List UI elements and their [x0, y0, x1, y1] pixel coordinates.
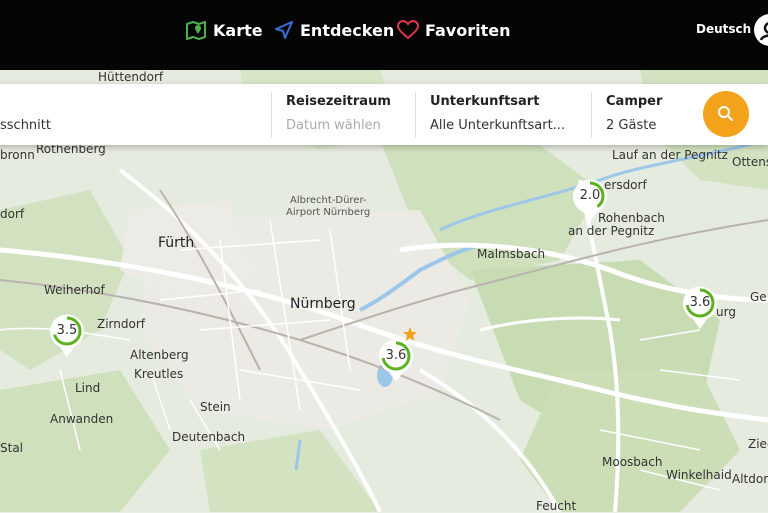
place-label: Moosbach: [602, 455, 663, 469]
user-avatar[interactable]: [754, 14, 768, 46]
type-label: Unterkunftsart: [430, 94, 540, 109]
rating-value: 3.5: [56, 323, 78, 338]
nav-map-label: Karte: [213, 20, 263, 40]
camper-field[interactable]: Camper 2 Gäste: [606, 84, 696, 145]
place-label: Anwanden: [50, 412, 114, 426]
place-label: Albrecht-Dürer-: [290, 195, 367, 206]
rating-value: 3.6: [385, 348, 407, 363]
search-bar: sschnitt Reisezeitraum Datum wählen Unte…: [0, 84, 768, 145]
map-icon: [185, 20, 207, 40]
type-value: Alle Unterkunftsart...: [430, 118, 566, 133]
destination-value: sschnitt: [0, 118, 51, 133]
top-bar: Karte Entdecken Favoriten Deutsch: [0, 0, 768, 70]
place-label: Stal: [0, 441, 24, 455]
place-label: Kreutles: [134, 367, 184, 381]
rating-pin[interactable]: 2.0: [572, 178, 608, 224]
search-icon: [718, 106, 733, 121]
place-label: Nürnberg: [290, 296, 356, 312]
rating-pin[interactable]: 3.5: [49, 313, 85, 359]
camper-value: 2 Gäste: [606, 118, 657, 133]
rating-pin[interactable]: 3.6: [378, 338, 414, 384]
place-label: Airport Nürnberg: [286, 207, 371, 218]
language-selector[interactable]: Deutsch: [696, 22, 751, 36]
divider: [415, 92, 416, 138]
place-label: Ge: [750, 290, 767, 304]
search-button[interactable]: [703, 91, 749, 137]
place-label: Altenberg: [130, 348, 189, 362]
place-label: Lauf an der Pegnitz: [612, 148, 728, 162]
nav-discover[interactable]: Entdecken: [274, 18, 394, 42]
place-label: ersdorf: [604, 178, 647, 192]
place-label: Rohenbach: [598, 211, 665, 225]
period-placeholder: Datum wählen: [286, 118, 381, 133]
place-label: Fürth: [158, 235, 195, 251]
place-label: Malmsbach: [477, 247, 546, 261]
place-label: bronn: [0, 148, 35, 162]
place-label: Weiherhof: [44, 283, 105, 297]
place-label: an der Pegnitz: [568, 224, 655, 238]
nav-favorites-label: Favoriten: [425, 20, 511, 40]
accommodation-type-field[interactable]: Unterkunftsart Alle Unterkunftsart...: [430, 84, 590, 145]
rating-pin[interactable]: 3.6: [682, 285, 718, 331]
place-label: urg: [716, 305, 736, 319]
place-label: Ottens: [732, 155, 768, 169]
period-label: Reisezeitraum: [286, 94, 391, 109]
rating-value: 2.0: [579, 188, 601, 203]
place-label: Zieg: [748, 437, 768, 451]
place-label: Altdor: [732, 472, 768, 486]
rating-value: 3.6: [689, 295, 711, 310]
heart-icon: [397, 20, 419, 40]
place-label: Zirndorf: [97, 317, 145, 331]
place-label: Hüttendorf: [98, 70, 164, 84]
place-label: Deutenbach: [172, 430, 246, 444]
place-label: Stein: [200, 400, 231, 414]
camper-label: Camper: [606, 94, 663, 109]
place-label: Winkelhaid: [666, 468, 732, 482]
nav-discover-label: Entdecken: [300, 20, 395, 40]
period-field[interactable]: Reisezeitraum Datum wählen: [286, 84, 416, 145]
place-label: Feucht: [536, 499, 577, 513]
nav-favorites[interactable]: Favoriten: [397, 18, 510, 42]
navigation-arrow-icon: [274, 20, 294, 40]
divider: [271, 92, 272, 138]
place-label: dorf: [0, 207, 25, 221]
divider: [591, 92, 592, 138]
place-label: Lind: [75, 381, 101, 395]
user-icon: [759, 22, 768, 41]
nav-map[interactable]: Karte: [185, 18, 263, 42]
destination-field[interactable]: sschnitt: [0, 84, 270, 145]
